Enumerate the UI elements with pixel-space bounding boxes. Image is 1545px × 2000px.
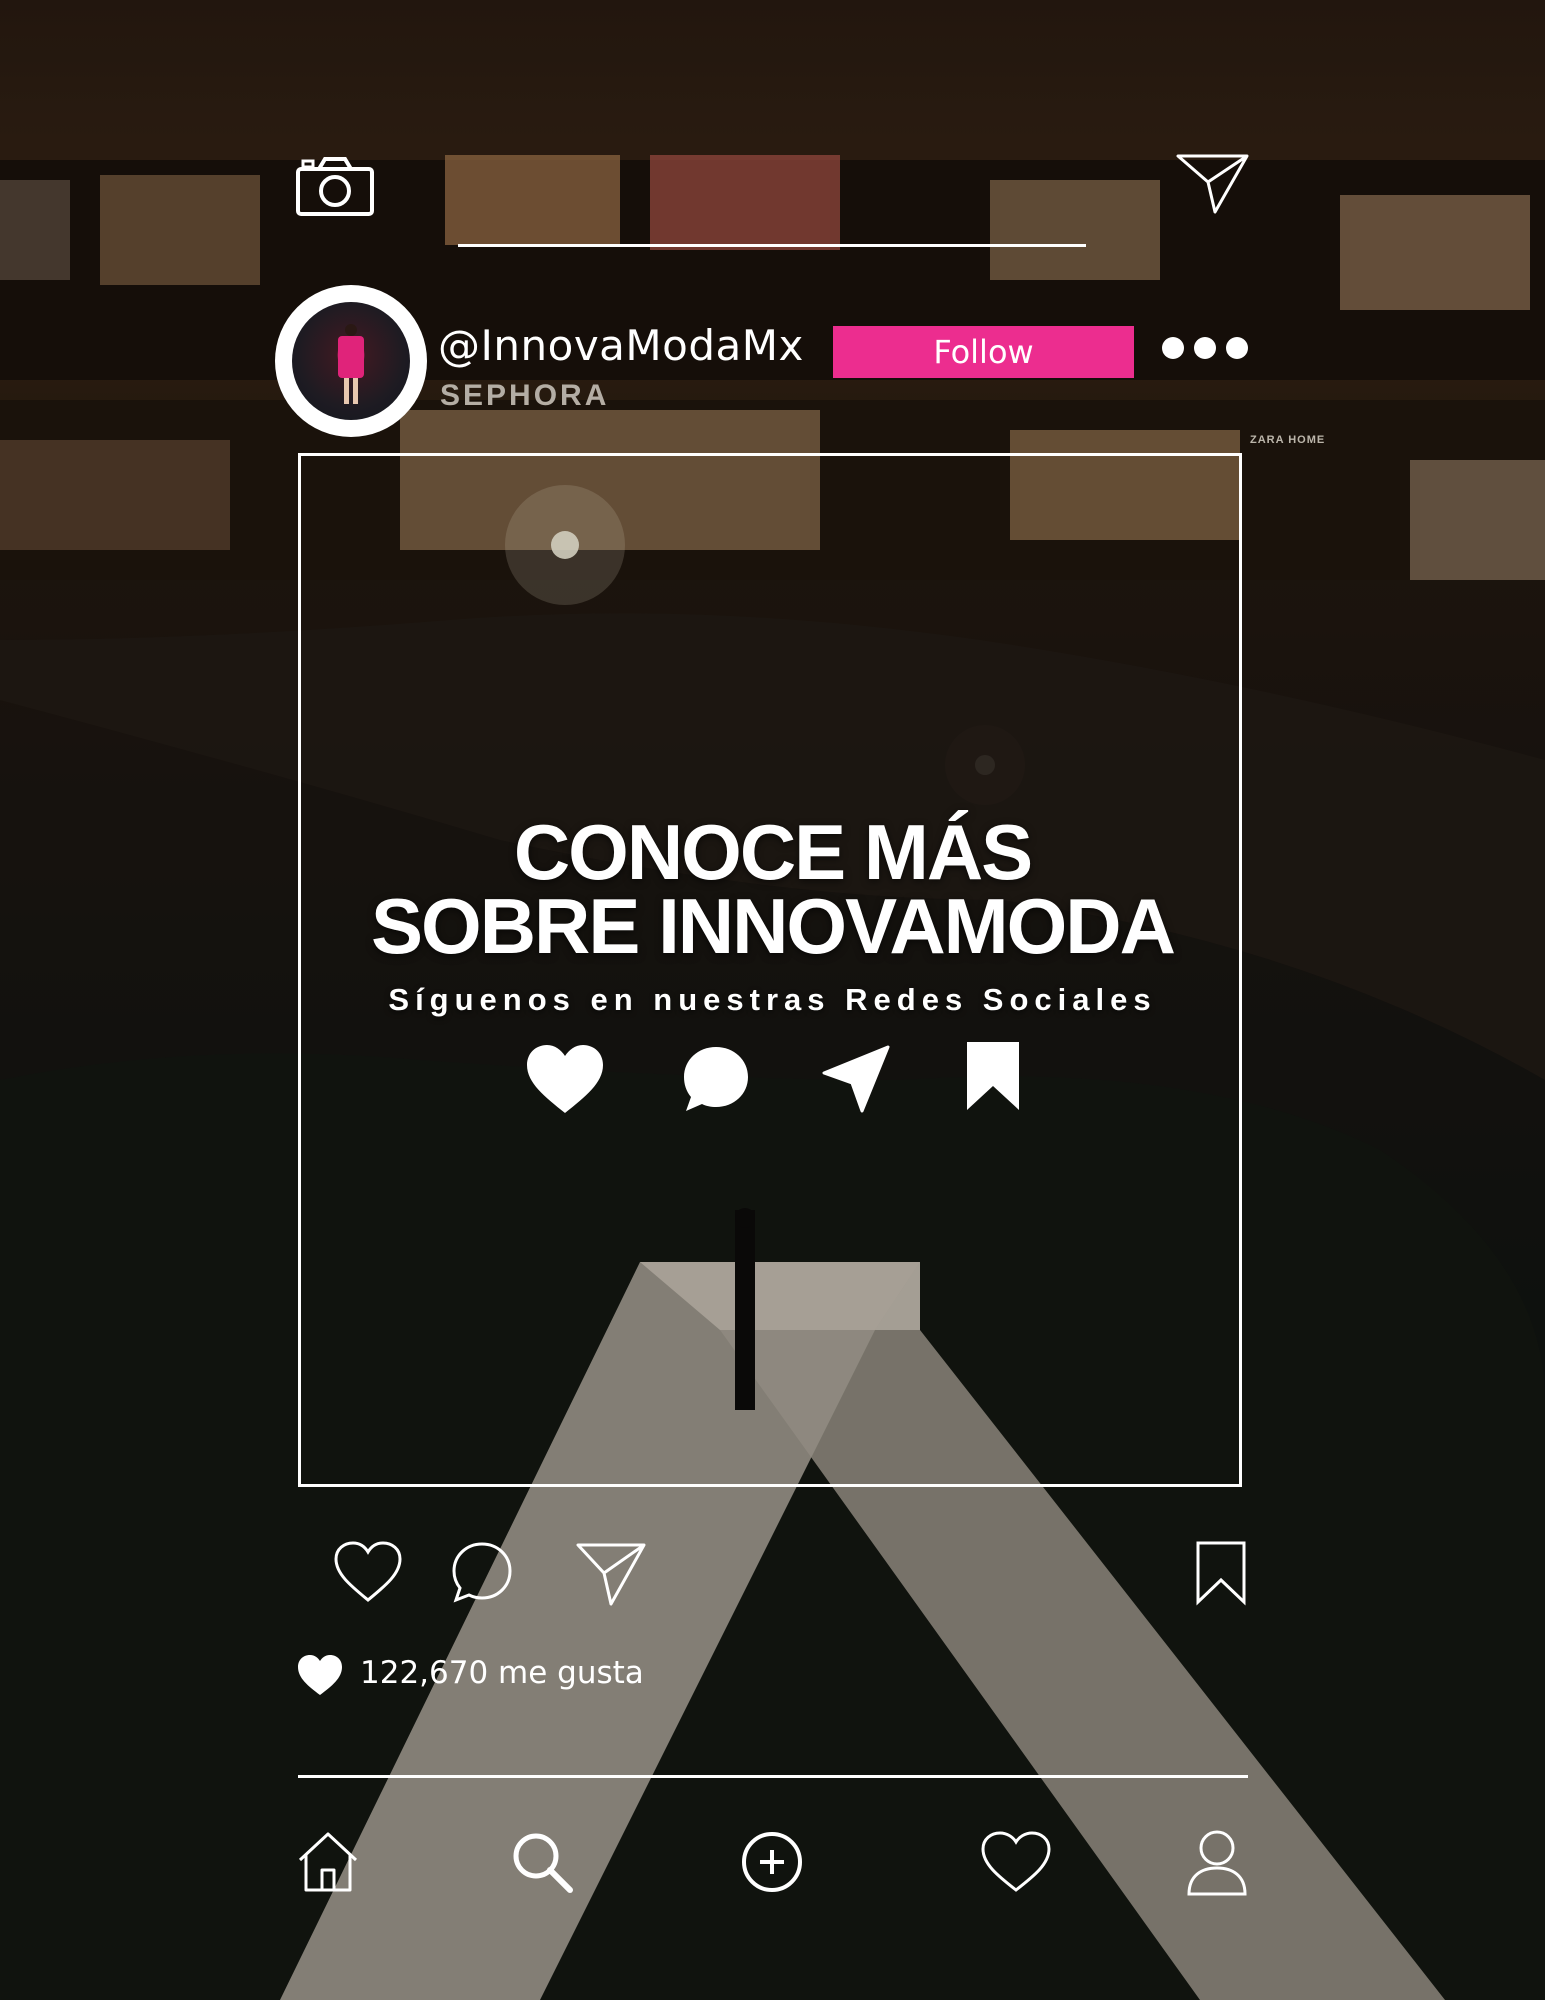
home-icon[interactable]	[296, 1830, 360, 1894]
profile-icon[interactable]	[1185, 1828, 1249, 1896]
instagram-post-frame: SEPHORA ZARA HOME @InnovaModaMx Follow C…	[0, 0, 1545, 2000]
nav-divider	[298, 1775, 1248, 1778]
save-bookmark-icon[interactable]	[1195, 1540, 1247, 1606]
like-button-heart-icon[interactable]	[333, 1540, 403, 1604]
top-divider	[458, 244, 1086, 247]
post-headline: CONOCE MÁS SOBRE INNOVAMODA	[300, 808, 1245, 970]
activity-heart-icon[interactable]	[980, 1830, 1052, 1894]
headline-line-1: CONOCE MÁS	[513, 808, 1033, 896]
follow-button[interactable]: Follow	[833, 326, 1134, 378]
heart-icon	[527, 1045, 603, 1113]
post-image-frame	[298, 453, 1242, 1487]
add-post-icon[interactable]	[740, 1830, 804, 1894]
comment-button-icon[interactable]	[450, 1540, 514, 1604]
post-subline: Síguenos en nuestras Redes Sociales	[388, 982, 1157, 1017]
more-options-icon[interactable]	[1160, 335, 1250, 361]
headline-line-2: SOBRE INNOVAMODA	[371, 882, 1176, 970]
likes-count[interactable]: 122,670 me gusta	[360, 1655, 644, 1691]
username[interactable]: @InnovaModaMx	[438, 318, 804, 374]
send-icon	[822, 1045, 890, 1113]
bookmark-icon	[967, 1042, 1019, 1110]
search-icon[interactable]	[510, 1830, 574, 1894]
camera-icon[interactable]	[295, 155, 375, 217]
avatar[interactable]	[275, 285, 427, 437]
send-icon[interactable]	[1175, 150, 1250, 216]
share-send-icon[interactable]	[575, 1540, 647, 1608]
likes-heart-icon	[298, 1655, 342, 1695]
comment-icon	[684, 1047, 748, 1111]
